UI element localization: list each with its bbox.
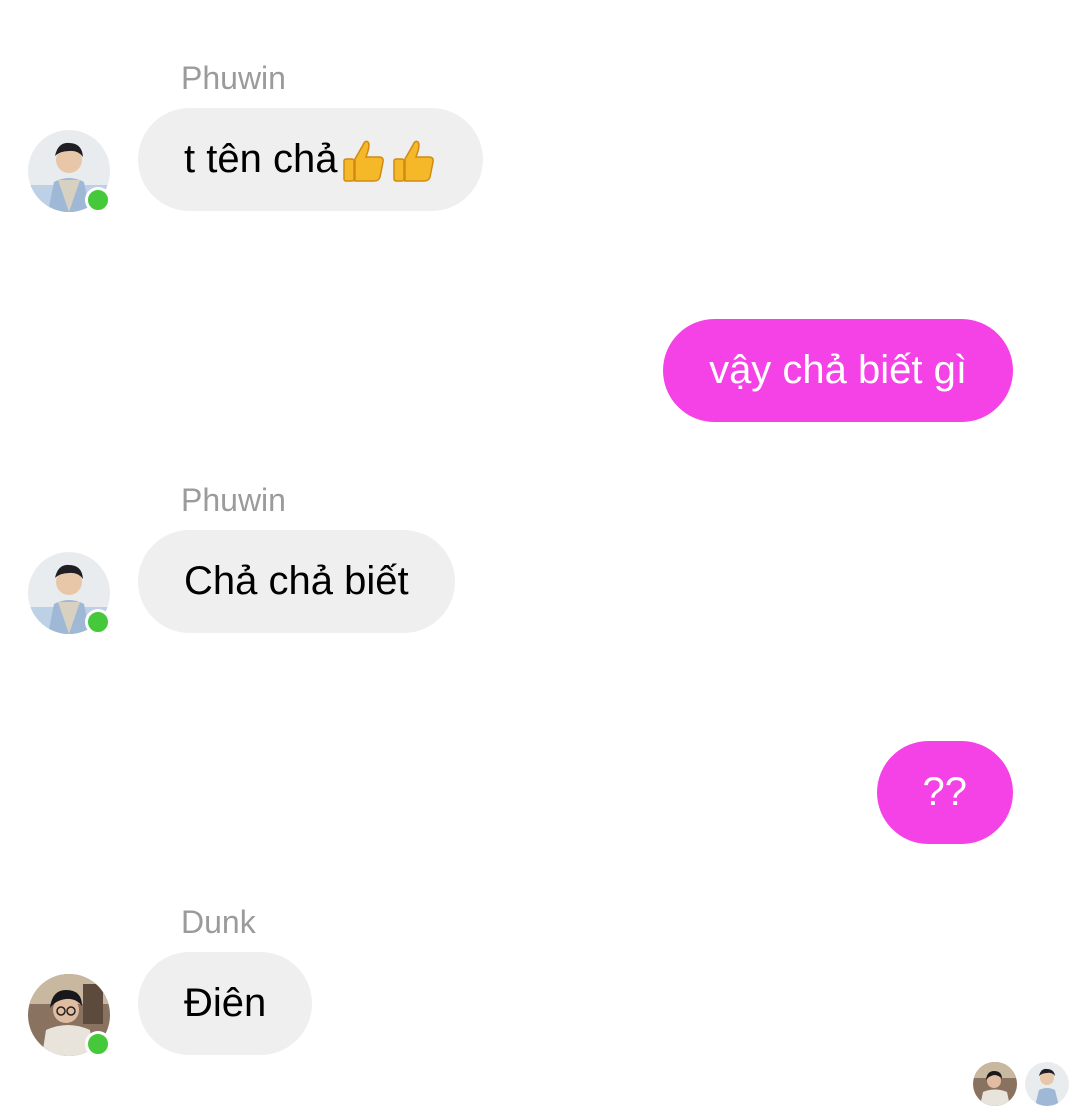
sender-name: Phuwin [181,482,286,518]
message-bubble-incoming[interactable]: Chả chả biết [138,530,455,633]
read-receipt-avatar-phuwin [1025,1062,1069,1106]
sender-name: Phuwin [181,60,286,96]
message-text: Điên [184,981,267,1025]
read-receipt-avatar-dunk [973,1062,1017,1106]
online-status-dot [85,187,111,213]
message-bubble-outgoing[interactable]: ?? [876,741,1013,844]
avatar-phuwin[interactable] [28,552,111,635]
message-text: ?? [922,770,968,814]
message-text: Chả chả biết [184,559,409,603]
message-bubble-incoming[interactable]: Điên [138,952,313,1055]
avatar-phuwin[interactable] [28,130,111,213]
message-text: vậy chả biết gì [709,348,967,392]
online-status-dot [85,1031,111,1057]
message-text: t tên chả [184,137,338,181]
read-receipts [973,1062,1069,1106]
thumbs-up-icon [343,140,385,182]
sender-name: Dunk [181,904,256,940]
message-bubble-outgoing[interactable]: vậy chả biết gì [663,319,1013,422]
message-bubble-incoming[interactable]: t tên chả [138,108,484,211]
avatar-dunk[interactable] [28,974,111,1057]
online-status-dot [85,609,111,635]
thumbs-up-icon [393,140,435,182]
